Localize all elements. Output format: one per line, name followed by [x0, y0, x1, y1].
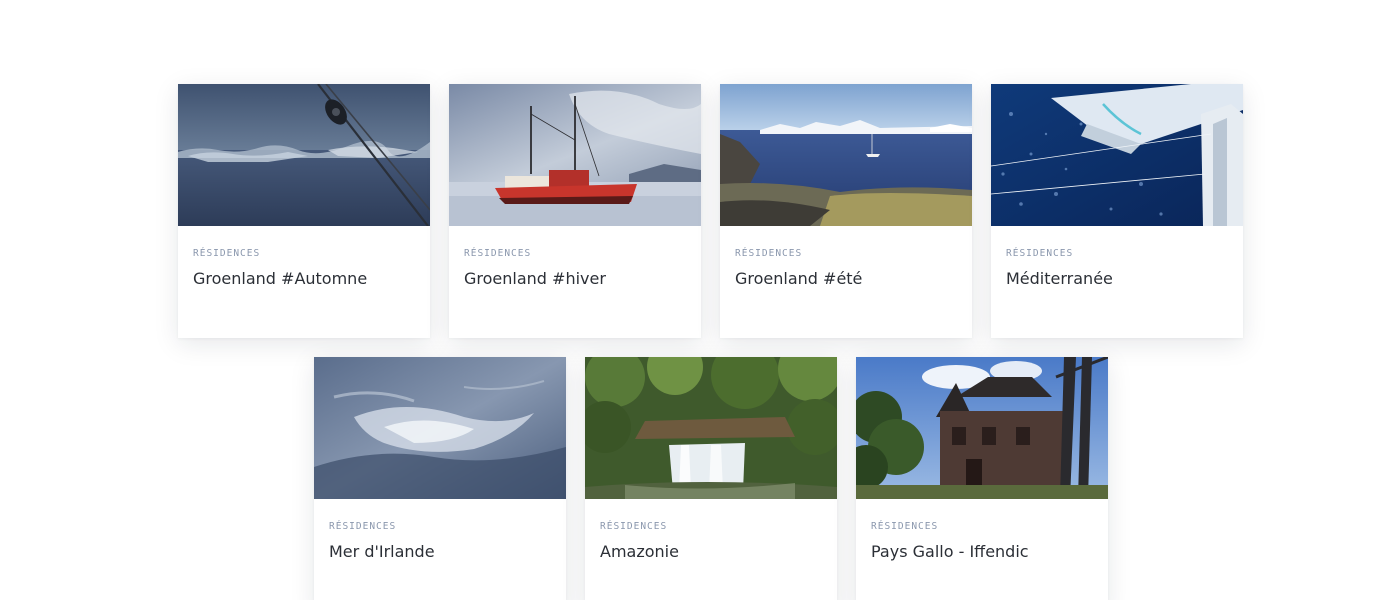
card-mer-d-irlande[interactable]: Résidences Mer d'Irlande	[314, 357, 566, 600]
card-image[interactable]	[449, 84, 701, 226]
card-groenland-hiver[interactable]: Résidences Groenland #hiver	[449, 84, 701, 338]
sea-spray-photo	[314, 357, 566, 499]
card-body: Résidences Amazonie	[585, 499, 837, 562]
stone-manor-photo	[856, 357, 1108, 499]
card-title[interactable]: Groenland #été	[735, 269, 957, 289]
card-title[interactable]: Groenland #Automne	[193, 269, 415, 289]
page: Résidences Groenland #Automne	[0, 0, 1400, 600]
card-body: Résidences Groenland #été	[720, 226, 972, 289]
card-category: Résidences	[735, 248, 803, 259]
card-category: Résidences	[600, 521, 668, 532]
card-category: Résidences	[329, 521, 397, 532]
card-groenland-ete[interactable]: Résidences Groenland #été	[720, 84, 972, 338]
card-category: Résidences	[1006, 248, 1074, 259]
card-body: Résidences Groenland #Automne	[178, 226, 430, 289]
card-body: Résidences Groenland #hiver	[449, 226, 701, 289]
fjord-icebergs-sailboat-photo	[720, 84, 972, 226]
card-title[interactable]: Amazonie	[600, 542, 822, 562]
card-image[interactable]	[585, 357, 837, 499]
card-image[interactable]	[178, 84, 430, 226]
ice-floes-rigging-photo	[178, 84, 430, 226]
card-title[interactable]: Pays Gallo - Iffendic	[871, 542, 1093, 562]
card-body: Résidences Méditerranée	[991, 226, 1243, 289]
card-image[interactable]	[720, 84, 972, 226]
card-image[interactable]	[314, 357, 566, 499]
red-boat-on-ice-photo	[449, 84, 701, 226]
card-mediterranee[interactable]: Résidences Méditerranée	[991, 84, 1243, 338]
residences-card-grid: Résidences Groenland #Automne	[0, 0, 1400, 600]
catamaran-sea-photo	[991, 84, 1243, 226]
card-amazonie[interactable]: Résidences Amazonie	[585, 357, 837, 600]
card-category: Résidences	[193, 248, 261, 259]
card-body: Résidences Mer d'Irlande	[314, 499, 566, 562]
card-groenland-automne[interactable]: Résidences Groenland #Automne	[178, 84, 430, 338]
card-title[interactable]: Groenland #hiver	[464, 269, 686, 289]
card-title[interactable]: Méditerranée	[1006, 269, 1228, 289]
card-title[interactable]: Mer d'Irlande	[329, 542, 551, 562]
card-image[interactable]	[991, 84, 1243, 226]
card-body: Résidences Pays Gallo - Iffendic	[856, 499, 1108, 562]
waterfall-forest-photo	[585, 357, 837, 499]
card-pays-gallo-iffendic[interactable]: Résidences Pays Gallo - Iffendic	[856, 357, 1108, 600]
card-category: Résidences	[871, 521, 939, 532]
card-image[interactable]	[856, 357, 1108, 499]
card-category: Résidences	[464, 248, 532, 259]
